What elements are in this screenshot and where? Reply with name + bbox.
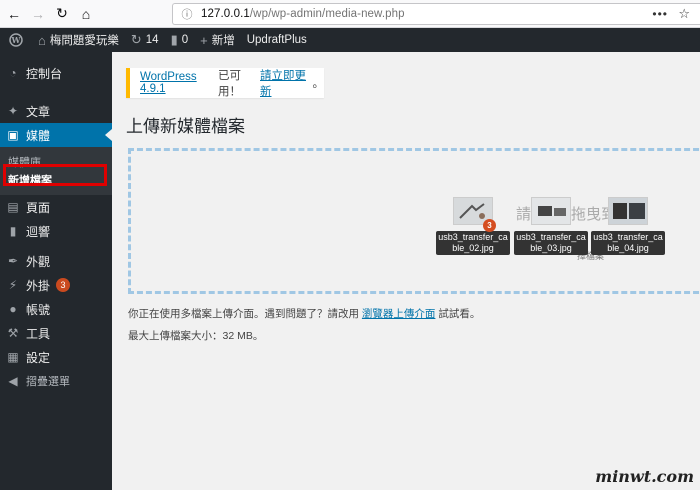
svg-text:W: W	[11, 35, 22, 45]
uploader-info: 你正在使用多檔案上傳介面。遇到問題了？請改用 瀏覽器上傳介面 試試看。	[128, 308, 481, 320]
menu-appearance[interactable]: ✒ 外觀	[0, 249, 112, 273]
file-name: usb3_transfer_ca ble_03.jpg	[514, 231, 588, 255]
home-icon[interactable]: ⌂	[76, 4, 96, 24]
page-icon: ▤	[7, 200, 19, 214]
reload-icon[interactable]: ↻	[52, 4, 72, 24]
new-label: 新增	[211, 35, 235, 47]
site-name-menu[interactable]: ⌂ 梅問題愛玩樂	[32, 28, 125, 52]
site-name: 梅問題愛玩樂	[49, 35, 119, 47]
browser-uploader-link[interactable]: 瀏覽器上傳介面	[362, 308, 436, 320]
browser-toolbar: ← → ↻ ⌂ ⓘ 127.0.0.1/wp/wp-admin/media-ne…	[0, 0, 700, 28]
plus-icon: +	[200, 32, 208, 48]
media-icon: ▣	[7, 128, 19, 142]
menu-tools[interactable]: ⚒ 工具	[0, 321, 112, 345]
updates-count: 14	[145, 34, 159, 46]
menu-dashboard[interactable]: ◔ 控制台	[0, 61, 112, 85]
updraftplus-menu[interactable]: UpdraftPlus	[241, 28, 313, 52]
updates-menu[interactable]: ↻ 14	[125, 28, 165, 52]
main-content: WordPress 4.9.1 已可用！ 請立即更新 。 上傳新媒體檔案 請 拖…	[112, 52, 700, 490]
max-upload-size: 最大上傳檔案大小：32 MB。	[128, 330, 264, 342]
home-icon: ⌂	[38, 32, 46, 48]
updates-icon: ↻	[130, 32, 142, 47]
file-name: usb3_transfer_ca ble_04.jpg	[591, 231, 665, 255]
forward-icon[interactable]: →	[28, 4, 48, 24]
collapse-arrow-icon: ◀	[8, 374, 18, 388]
plugin-icon: ⚡	[8, 278, 18, 292]
menu-settings[interactable]: ▦ 設定	[0, 345, 112, 369]
admin-sidebar: ◔ 控制台 ✦ 文章 ▣ 媒體 媒體庫 新增檔案 ▤ 頁面 ▮ 迴響 ✒ 外觀 …	[0, 52, 112, 490]
highlight-annotation	[3, 164, 107, 186]
comments-count: 0	[181, 34, 189, 46]
wp-logo-menu[interactable]: W	[0, 28, 32, 52]
plugins-update-badge: 3	[56, 278, 71, 292]
user-icon: ●	[9, 302, 17, 316]
file-thumbnail	[531, 197, 571, 225]
dragged-file-thumb[interactable]: 3 usb3_transfer_ca ble_02.jpg	[436, 197, 510, 255]
menu-plugins[interactable]: ⚡ 外掛 3	[0, 273, 112, 297]
menu-pages[interactable]: ▤ 頁面	[0, 195, 112, 219]
new-content-menu[interactable]: + 新增	[194, 28, 241, 52]
menu-users[interactable]: ● 帳號	[0, 297, 112, 321]
info-icon[interactable]: ⓘ	[179, 6, 195, 22]
dragged-file-thumb[interactable]: usb3_transfer_ca ble_04.jpg	[591, 197, 665, 255]
bookmark-star-icon[interactable]: ☆	[678, 6, 690, 22]
back-icon[interactable]: ←	[4, 4, 24, 24]
comment-icon: ▮	[9, 224, 17, 238]
menu-media[interactable]: ▣ 媒體	[0, 123, 112, 147]
wrench-icon: ⚒	[7, 326, 19, 340]
menu-comments[interactable]: ▮ 迴響	[0, 219, 112, 243]
file-name: usb3_transfer_ca ble_02.jpg	[436, 231, 510, 255]
version-link[interactable]: WordPress 4.9.1	[140, 71, 218, 95]
file-thumbnail	[608, 197, 648, 225]
more-actions-icon[interactable]: •••	[652, 7, 668, 21]
updraftplus-label: UpdraftPlus	[246, 34, 307, 46]
upload-dropzone[interactable]: 請 拖曳到 或 擇檔案 3 usb3_transfer_cable_02.jpg…	[128, 148, 700, 294]
admin-bar: W ⌂ 梅問題愛玩樂 ↻ 14 ▮ 0 + 新增 UpdraftPlus	[0, 28, 700, 52]
menu-collapse[interactable]: ◀ 摺疊選單	[0, 369, 112, 393]
paintbrush-icon: ✒	[7, 254, 19, 268]
update-now-link[interactable]: 請立即更新	[260, 67, 313, 99]
comment-bubble-icon: ▮	[170, 32, 178, 47]
dashboard-icon: ◔	[9, 66, 17, 80]
settings-icon: ▦	[7, 350, 19, 364]
page-title: 上傳新媒體檔案	[126, 117, 245, 136]
dragged-file-thumb[interactable]: usb3_transfer_ca ble_03.jpg	[514, 197, 588, 255]
pin-icon: ✦	[7, 104, 19, 118]
update-notice: WordPress 4.9.1 已可用！ 請立即更新 。	[126, 68, 324, 98]
address-bar[interactable]: ⓘ 127.0.0.1/wp/wp-admin/media-new.php ••…	[172, 3, 700, 25]
menu-posts[interactable]: ✦ 文章	[0, 99, 112, 123]
wordpress-logo-icon: W	[6, 32, 26, 48]
watermark: minwt.com	[595, 467, 694, 486]
drag-count-badge: 3	[483, 219, 496, 232]
url-text: 127.0.0.1/wp/wp-admin/media-new.php	[201, 8, 405, 20]
comments-menu[interactable]: ▮ 0	[165, 28, 195, 52]
